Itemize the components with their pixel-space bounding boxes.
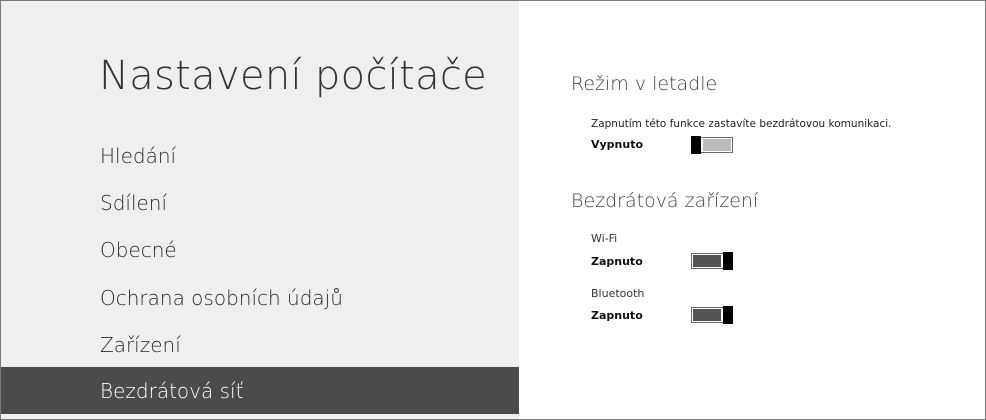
toggle-knob (723, 252, 733, 270)
airplane-mode-description: Zapnutím této funkce zastavíte bezdrátov… (591, 118, 892, 130)
sidebar-item-label: Obecné (100, 237, 177, 262)
sidebar-item-general[interactable]: Obecné (1, 226, 519, 273)
main-panel: Režim v letadle Zapnutím této funkce zas… (519, 1, 985, 419)
sidebar: Nastavení počítače Hledání Sdílení Obecn… (1, 1, 519, 419)
wifi-toggle[interactable] (691, 252, 733, 270)
bluetooth-state: Zapnuto (591, 309, 643, 322)
sidebar-item-devices[interactable]: Zařízení (1, 321, 519, 368)
toggle-knob (691, 136, 701, 154)
sidebar-item-privacy[interactable]: Ochrana osobních údajů (1, 274, 519, 321)
bluetooth-toggle[interactable] (691, 306, 733, 324)
sidebar-item-label: Ochrana osobních údajů (100, 285, 343, 310)
wireless-devices-heading: Bezdrátová zařízení (571, 190, 759, 212)
sidebar-item-label: Sdílení (100, 190, 168, 215)
page-title: Nastavení počítače (99, 53, 488, 99)
sidebar-item-label: Zařízení (100, 332, 181, 357)
sidebar-item-share[interactable]: Sdílení (1, 179, 519, 226)
toggle-track (693, 309, 721, 321)
sidebar-item-label: Bezdrátová síť (100, 378, 244, 403)
toggle-knob (723, 306, 733, 324)
airplane-mode-state: Vypnuto (591, 138, 644, 151)
airplane-mode-toggle[interactable] (691, 136, 733, 154)
toggle-track (693, 255, 721, 267)
sidebar-item-wireless[interactable]: Bezdrátová síť (1, 367, 519, 414)
bluetooth-label: Bluetooth (591, 287, 645, 300)
toggle-track (703, 139, 731, 151)
airplane-mode-heading: Režim v letadle (571, 73, 718, 95)
sidebar-item-search[interactable]: Hledání (1, 132, 519, 179)
sidebar-item-label: Hledání (100, 143, 177, 168)
wifi-state: Zapnuto (591, 255, 643, 268)
settings-window: Nastavení počítače Hledání Sdílení Obecn… (0, 0, 986, 420)
wifi-label: Wi-Fi (591, 232, 618, 245)
